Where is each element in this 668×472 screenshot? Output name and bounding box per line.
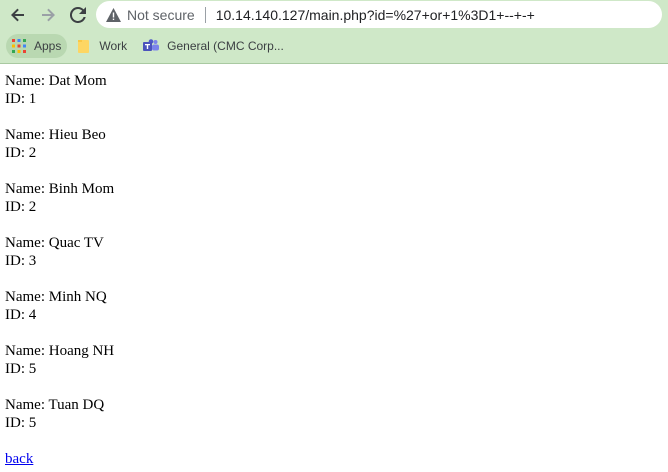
record-id: ID: 2 [5, 198, 663, 216]
warning-icon [106, 7, 121, 22]
back-link[interactable]: back [5, 451, 33, 467]
back-nav-button[interactable] [6, 3, 30, 27]
id-value: 5 [28, 361, 37, 377]
record-name: Name: Hieu Beo [5, 126, 663, 144]
record-name: Name: Minh NQ [5, 288, 663, 306]
id-label: ID: [5, 415, 29, 431]
id-value: 1 [28, 91, 37, 107]
id-value: 3 [28, 253, 37, 269]
bookmark-label: General (CMC Corp... [167, 39, 284, 53]
record-name: Name: Dat Mom [5, 72, 663, 90]
record-id: ID: 1 [5, 90, 663, 108]
omnibox-divider [204, 6, 206, 23]
record-id: ID: 4 [5, 306, 663, 324]
list-item: Name: Binh Mom ID: 2 [5, 180, 663, 216]
id-label: ID: [5, 145, 29, 161]
list-item: Name: Tuan DQ ID: 5 [5, 396, 663, 432]
teams-icon [143, 39, 160, 53]
name-label: Name: [5, 397, 49, 413]
list-item: Name: Quac TV ID: 3 [5, 234, 663, 270]
name-value: Quac TV [48, 235, 104, 251]
name-label: Name: [5, 343, 49, 359]
forward-nav-button[interactable] [36, 3, 60, 27]
name-value: Hoang NH [48, 343, 115, 359]
bookmark-work[interactable]: Work [71, 34, 133, 58]
reload-icon [70, 6, 86, 23]
name-value: Dat Mom [48, 73, 107, 89]
id-label: ID: [5, 307, 29, 323]
arrow-right-icon [42, 8, 55, 21]
id-value: 2 [28, 145, 37, 161]
record-id: ID: 2 [5, 144, 663, 162]
page-content: Name: Dat Mom ID: 1 Name: Hieu Beo ID: 2… [0, 64, 668, 472]
address-bar[interactable]: Not secure 10.14.140.127/main.php?id=%27… [96, 1, 662, 28]
browser-chrome: Not secure 10.14.140.127/main.php?id=%27… [0, 0, 668, 64]
name-value: Hieu Beo [48, 127, 106, 143]
id-label: ID: [5, 199, 29, 215]
record-id: ID: 5 [5, 360, 663, 378]
record-name: Name: Quac TV [5, 234, 663, 252]
id-label: ID: [5, 91, 29, 107]
record-name: Name: Hoang NH [5, 342, 663, 360]
id-value: 2 [28, 199, 37, 215]
id-label: ID: [5, 253, 29, 269]
name-label: Name: [5, 127, 49, 143]
bookmark-general-cmc[interactable]: General (CMC Corp... [137, 34, 290, 58]
name-value: Binh Mom [48, 181, 115, 197]
record-id: ID: 3 [5, 252, 663, 270]
list-item: Name: Hoang NH ID: 5 [5, 342, 663, 378]
record-id: ID: 5 [5, 414, 663, 432]
browser-toolbar: Not secure 10.14.140.127/main.php?id=%27… [0, 0, 668, 29]
record-name: Name: Binh Mom [5, 180, 663, 198]
name-label: Name: [5, 73, 49, 89]
arrow-left-icon [11, 8, 24, 21]
list-item: Name: Minh NQ ID: 4 [5, 288, 663, 324]
bookmarks-bar: Apps Work General (CMC Corp... [0, 29, 668, 64]
id-value: 4 [28, 307, 37, 323]
record-name: Name: Tuan DQ [5, 396, 663, 414]
bookmark-label: Work [99, 39, 128, 53]
list-item: Name: Hieu Beo ID: 2 [5, 126, 663, 162]
apps-grid-icon [12, 39, 26, 53]
folder-icon [77, 39, 91, 53]
id-value: 5 [28, 415, 37, 431]
url-text[interactable]: 10.14.140.127/main.php?id=%27+or+1%3D1+-… [216, 7, 535, 23]
name-label: Name: [5, 235, 49, 251]
name-value: Tuan DQ [48, 397, 105, 413]
reload-button[interactable] [66, 3, 90, 27]
name-value: Minh NQ [48, 289, 107, 305]
list-item: Name: Dat Mom ID: 1 [5, 72, 663, 108]
name-label: Name: [5, 181, 49, 197]
security-status[interactable]: Not secure [127, 7, 195, 23]
bookmark-apps[interactable]: Apps [6, 34, 68, 58]
name-label: Name: [5, 289, 49, 305]
bookmark-label: Apps [34, 39, 62, 53]
id-label: ID: [5, 361, 29, 377]
